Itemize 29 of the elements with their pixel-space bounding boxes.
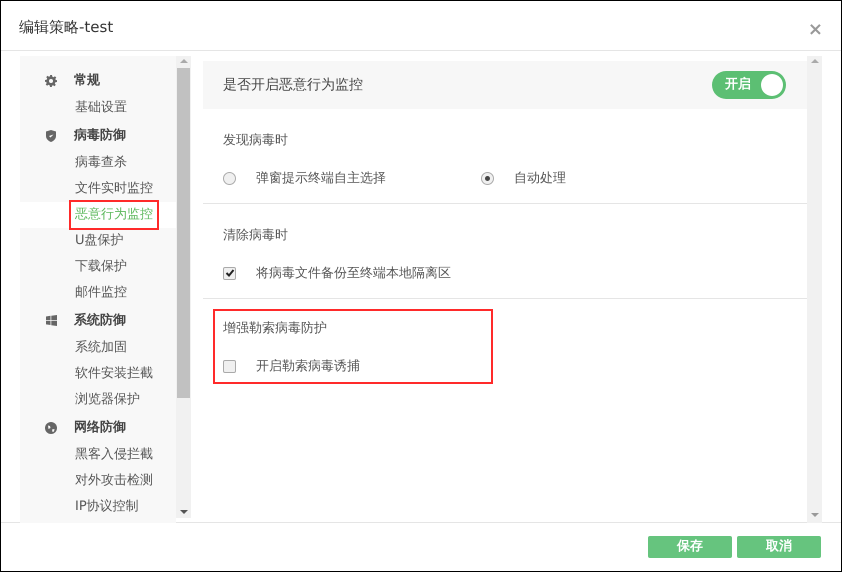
radio-button[interactable] <box>481 172 494 185</box>
sidebar-group-title: 系统防御 <box>74 312 126 330</box>
header-label: 是否开启恶意行为监控 <box>223 76 363 94</box>
scrollbar[interactable] <box>176 56 191 518</box>
scroll-up-icon[interactable] <box>180 59 188 63</box>
option-label: 弹窗提示终端自主选择 <box>256 170 386 188</box>
checkbox[interactable] <box>223 266 236 280</box>
option-label: 开启勒索病毒诱捕 <box>256 358 360 376</box>
radio-button[interactable] <box>223 172 236 185</box>
gear-icon <box>45 74 57 86</box>
scrollbar-thumb[interactable] <box>177 68 190 398</box>
sidebar-group-title: 常规 <box>74 72 100 90</box>
shield-icon <box>45 130 57 142</box>
window-title: 编辑策略-test <box>19 17 114 38</box>
globe-icon <box>45 422 57 434</box>
section-title: 增强勒索病毒防护 <box>223 320 328 338</box>
sidebar-group-title: 病毒防御 <box>74 126 126 145</box>
section-title: 发现病毒时 <box>223 132 289 150</box>
scroll-down-icon[interactable] <box>180 510 188 514</box>
checkbox[interactable] <box>223 360 236 373</box>
sidebar-group-title: 网络防御 <box>74 418 126 437</box>
option-label: 将病毒文件备份至终端本地隔离区 <box>256 264 451 282</box>
windows-icon <box>45 314 57 326</box>
sidebar-item[interactable]: 基础设置 <box>69 93 133 123</box>
option-label: 自动处理 <box>514 170 566 188</box>
toggle-knob <box>761 74 783 96</box>
scroll-up-icon[interactable] <box>810 59 818 63</box>
scrollbar[interactable] <box>807 56 822 523</box>
section-title: 清除病毒时 <box>223 227 289 245</box>
